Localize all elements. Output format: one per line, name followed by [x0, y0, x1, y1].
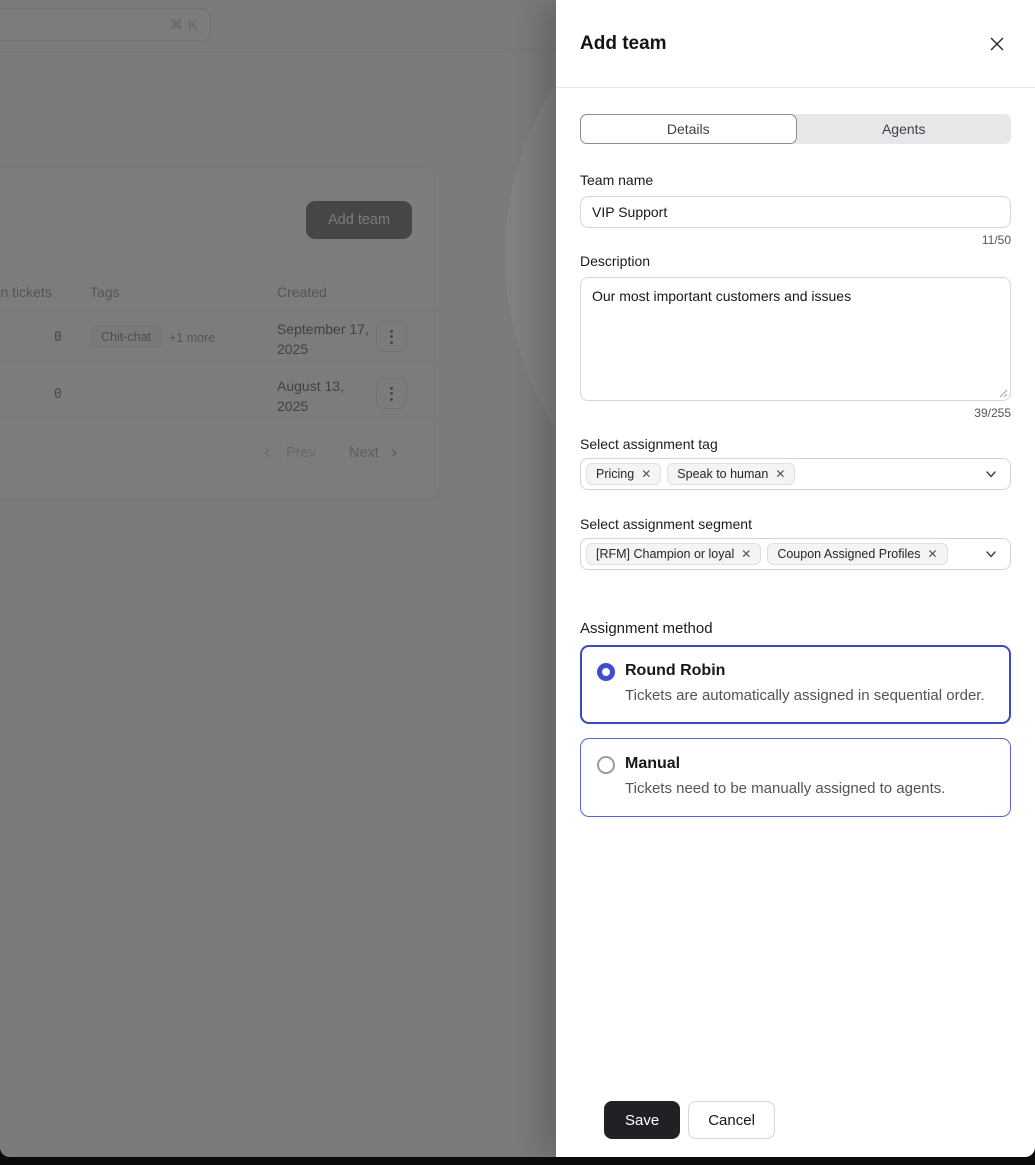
method-title: Round Robin [625, 661, 985, 681]
remove-chip-icon[interactable]: ✕ [927, 548, 937, 560]
team-name-counter: 11/50 [580, 233, 1011, 247]
assignment-segment-label: Select assignment segment [580, 516, 1011, 532]
remove-chip-icon[interactable]: ✕ [641, 468, 651, 480]
drawer-title: Add team [580, 33, 667, 55]
chip-label: Speak to human [677, 467, 768, 481]
drawer-footer: Save Cancel [580, 1101, 1011, 1157]
description-counter: 39/255 [580, 406, 1011, 420]
method-description: Tickets are automatically assigned in se… [625, 684, 985, 708]
resize-handle-icon[interactable] [998, 388, 1008, 398]
description-label: Description [580, 253, 1011, 269]
tab-agents[interactable]: Agents [797, 114, 1012, 144]
remove-chip-icon[interactable]: ✕ [775, 468, 785, 480]
close-button[interactable] [983, 30, 1011, 58]
add-team-drawer: Add team Details Agents Team name 11/50 … [556, 0, 1035, 1157]
team-name-input[interactable] [580, 196, 1011, 228]
method-option-round-robin[interactable]: Round Robin Tickets are automatically as… [580, 645, 1011, 724]
assignment-segment-select[interactable]: [RFM] Champion or loyal ✕ Coupon Assigne… [580, 538, 1011, 570]
close-icon [988, 35, 1006, 53]
team-name-label: Team name [580, 172, 1011, 188]
drawer-body: Details Agents Team name 11/50 Descripti… [556, 88, 1035, 1157]
selected-tag-chip: Speak to human ✕ [667, 463, 795, 485]
drawer-header: Add team [556, 0, 1035, 88]
method-description: Tickets need to be manually assigned to … [625, 777, 945, 801]
radio-selected-icon[interactable] [597, 663, 615, 681]
remove-chip-icon[interactable]: ✕ [741, 548, 751, 560]
tab-details[interactable]: Details [580, 114, 797, 144]
selected-tag-chip: Pricing ✕ [586, 463, 661, 485]
chevron-down-icon [984, 467, 998, 481]
radio-unselected-icon[interactable] [597, 756, 615, 774]
chip-label: Coupon Assigned Profiles [777, 547, 920, 561]
selected-segment-chip: [RFM] Champion or loyal ✕ [586, 543, 761, 565]
chip-label: [RFM] Champion or loyal [596, 547, 734, 561]
assignment-tag-select[interactable]: Pricing ✕ Speak to human ✕ [580, 458, 1011, 490]
method-option-manual[interactable]: Manual Tickets need to be manually assig… [580, 738, 1011, 817]
description-textarea[interactable]: Our most important customers and issues [580, 277, 1011, 401]
chip-label: Pricing [596, 467, 634, 481]
chevron-down-icon [984, 547, 998, 561]
method-title: Manual [625, 754, 945, 774]
selected-segment-chip: Coupon Assigned Profiles ✕ [767, 543, 947, 565]
assignment-method-label: Assignment method [580, 620, 1011, 637]
save-button[interactable]: Save [604, 1101, 680, 1139]
app-window: ⌘ K Add team Open tickets Tags Created 0… [0, 0, 1035, 1157]
tab-bar: Details Agents [580, 114, 1011, 144]
assignment-tag-label: Select assignment tag [580, 436, 1011, 452]
cancel-button[interactable]: Cancel [688, 1101, 775, 1139]
